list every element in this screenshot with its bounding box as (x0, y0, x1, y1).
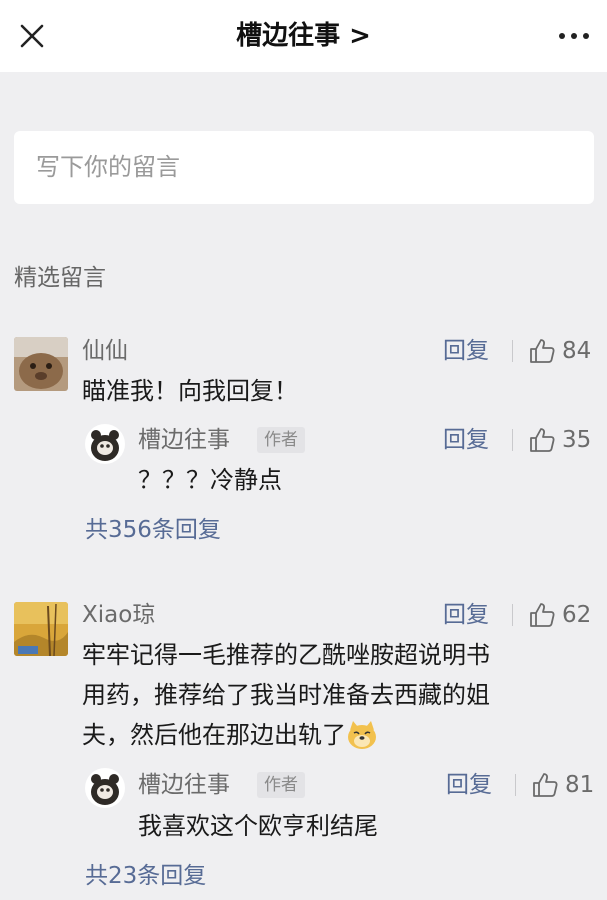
commenter-name[interactable]: Xiao琼 (82, 600, 155, 630)
avatar[interactable] (14, 602, 68, 656)
avatar[interactable] (14, 337, 68, 391)
author-avatar[interactable] (85, 768, 125, 808)
like-button[interactable]: 62 (528, 600, 598, 630)
thumbs-up-icon (533, 773, 558, 797)
comment-input[interactable]: 写下你的留言 (14, 131, 594, 204)
author-badge: 作者 (257, 427, 305, 453)
author-reply-text: 我喜欢这个欧亨利结尾 (138, 812, 378, 840)
like-button[interactable]: 81 (531, 770, 601, 800)
divider (512, 340, 513, 362)
like-button[interactable]: 35 (528, 425, 598, 455)
comment-text: 牢牢记得一毛推荐的乙酰唑胺超说明书 用药，推荐给了我当时准备去西藏的姐 夫，然后… (82, 635, 592, 755)
comment-text-line: 用药，推荐给了我当时准备去西藏的姐 (82, 681, 490, 709)
author-avatar[interactable] (85, 424, 125, 464)
thumbs-up-icon (530, 428, 555, 452)
like-button[interactable]: 84 (528, 336, 598, 366)
more-options-icon[interactable] (552, 22, 596, 50)
divider (512, 429, 513, 451)
author-name[interactable]: 槽边往事 (138, 770, 230, 800)
divider (512, 604, 513, 626)
comment-text-line: 牢牢记得一毛推荐的乙酰唑胺超说明书 (82, 641, 490, 669)
view-replies-link[interactable]: 共356条回复 (85, 515, 221, 545)
comment-text-fragment: 夫，然后他在那边出轨了 (82, 721, 346, 749)
view-replies-link[interactable]: 共23条回复 (85, 861, 206, 891)
comment-input-placeholder: 写下你的留言 (36, 153, 180, 181)
comment-text-line: 夫，然后他在那边出轨了 (82, 715, 592, 755)
commenter-name[interactable]: 仙仙 (82, 336, 128, 366)
reply-button[interactable]: 回复 (443, 425, 489, 455)
reply-button[interactable]: 回复 (443, 336, 489, 366)
author-reply-text: ？？？冷静点 (138, 466, 282, 494)
top-bar: 槽边往事 > (0, 0, 607, 72)
author-name[interactable]: 槽边往事 (138, 425, 230, 455)
reply-button[interactable]: 回复 (443, 600, 489, 630)
divider (515, 774, 516, 796)
thumbs-up-icon (530, 603, 555, 627)
comment-text: 瞄准我！向我回复！ (82, 377, 298, 405)
reply-button[interactable]: 回复 (446, 770, 492, 800)
author-badge: 作者 (257, 772, 305, 798)
like-count: 84 (562, 338, 592, 364)
like-count: 35 (562, 427, 592, 453)
thumbs-up-icon (530, 339, 555, 363)
like-count: 62 (562, 602, 592, 628)
section-title: 精选留言 (14, 265, 106, 291)
page-title[interactable]: 槽边往事 > (0, 18, 607, 54)
doge-emoji-icon (346, 720, 378, 750)
like-count: 81 (565, 772, 595, 798)
